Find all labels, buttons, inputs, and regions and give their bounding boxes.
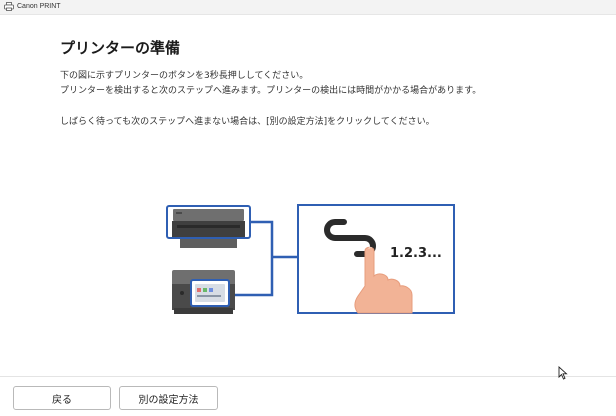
mouse-cursor-icon — [558, 366, 568, 380]
window-title: Canon PRINT — [17, 3, 61, 10]
instruction-line-1: 下の図に示すプリンターのボタンを3秒長押ししてください。 — [60, 71, 309, 81]
button-zoom-panel: 1.2.3... — [297, 204, 455, 314]
printer-button-illustration: 1.2.3... — [166, 204, 455, 314]
printer-app-icon — [4, 2, 14, 11]
back-button[interactable]: 戻る — [13, 386, 111, 410]
title-bar: Canon PRINT — [0, 0, 616, 15]
step-text: 1.2.3... — [390, 246, 442, 261]
printer-bottom-icon — [172, 270, 235, 314]
instruction-line-3: しばらく待っても次のステップへ進まない場合は、[別の設定方法]をクリックしてくだ… — [60, 117, 435, 127]
alternate-method-button[interactable]: 別の設定方法 — [119, 386, 218, 410]
footer-bar: 戻る 別の設定方法 — [0, 376, 616, 416]
instruction-line-2: プリンターを検出すると次のステップへ進みます。プリンターの検出には時間がかかる場… — [60, 86, 482, 96]
page-title: プリンターの準備 — [60, 39, 181, 57]
printer-top-icon — [166, 205, 251, 248]
